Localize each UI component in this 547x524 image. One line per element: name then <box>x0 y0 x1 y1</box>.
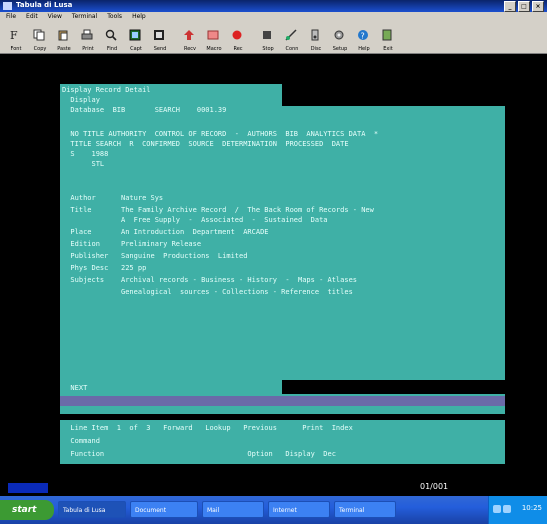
disconnect-icon <box>311 29 319 41</box>
menu-help[interactable]: Help <box>132 12 146 21</box>
app-icon <box>3 2 12 10</box>
terminal-line: NEXT <box>62 384 88 392</box>
menu-file[interactable]: File <box>6 12 16 21</box>
panel-notch-bottom <box>282 380 505 394</box>
record-icon <box>232 30 242 40</box>
font-icon: F <box>10 29 18 41</box>
help-icon: ? <box>358 30 368 41</box>
status-bar: 01/001 <box>0 480 547 496</box>
terminal-line: STL <box>62 160 105 168</box>
footer-line: Line Item 1 of 3 Forward Lookup Previous… <box>62 424 353 432</box>
system-tray: 10:25 <box>488 496 547 524</box>
settings-icon <box>334 30 344 40</box>
terminal-line: Display Record Detail <box>62 86 151 94</box>
footer-line[interactable]: Command <box>62 436 100 447</box>
toolbar-font-button[interactable]: F Font <box>6 26 24 52</box>
svg-text:F: F <box>10 29 18 41</box>
receive-icon <box>184 30 194 40</box>
taskbar-item[interactable]: Internet <box>268 501 330 518</box>
clock[interactable]: 10:25 <box>522 504 542 512</box>
toolbar-settings-button[interactable]: Setup <box>330 26 348 52</box>
menu-view[interactable]: View <box>48 12 62 21</box>
status-indicator <box>8 483 48 493</box>
toolbar-paste-button[interactable]: Paste <box>54 26 72 52</box>
terminal-line: Phys Desc 225 pp <box>62 264 147 272</box>
exit-icon <box>382 29 392 41</box>
capture-icon <box>129 29 141 41</box>
stop-icon <box>263 31 271 39</box>
menu-bar: File Edit View Terminal Tools Help <box>0 12 547 21</box>
taskbar-item[interactable]: Mail <box>202 501 264 518</box>
toolbar-receive-button[interactable]: Recv <box>180 26 198 52</box>
close-button[interactable]: × <box>532 1 544 12</box>
footer-line: Function Option Display Dec <box>62 450 336 458</box>
toolbar-record-button[interactable]: Rec <box>228 26 246 52</box>
start-button[interactable]: start <box>0 500 54 520</box>
terminal-line: A Free Supply - Associated - Sustained D… <box>62 216 328 224</box>
terminal-line: Title The Family Archive Record / The Ba… <box>62 206 374 214</box>
taskbar-item[interactable]: Terminal <box>334 501 396 518</box>
toolbar-help-button[interactable]: ? Help <box>354 26 372 52</box>
window-controls: _ □ × <box>504 1 544 12</box>
separator-bar <box>60 396 505 406</box>
terminal-line: Edition Preliminary Release <box>62 240 202 248</box>
toolbar-find-button[interactable]: Find <box>102 26 120 52</box>
window-title: Tabula di Lusa <box>16 1 73 9</box>
send-icon <box>154 30 164 40</box>
toolbar: F Font Copy Paste Print Find Capt Send R… <box>0 21 547 54</box>
terminal-line: Genealogical sources - Collections - Ref… <box>62 288 353 296</box>
terminal-line: Database BIB SEARCH 0001.39 <box>62 106 227 114</box>
record-panel: Display Record Detail Display Database B… <box>60 84 505 414</box>
taskbar: start Tabula di Lusa Document Mail Inter… <box>0 496 547 524</box>
terminal-line: NO TITLE AUTHORITY CONTROL OF RECORD - A… <box>62 130 379 138</box>
toolbar-print-button[interactable]: Print <box>78 26 96 52</box>
terminal-line: Author Nature Sys <box>62 194 164 202</box>
toolbar-connect-button[interactable]: Conn <box>282 26 300 52</box>
menu-terminal[interactable]: Terminal <box>72 12 97 21</box>
terminal-line: Place An Introduction Department ARCADE <box>62 228 269 236</box>
taskbar-item[interactable]: Document <box>130 501 198 518</box>
toolbar-capture-button[interactable]: Capt <box>126 26 144 52</box>
terminal-line: Display <box>62 96 100 104</box>
svg-text:?: ? <box>361 32 365 41</box>
panel-notch-top <box>282 84 505 106</box>
toolbar-copy-button[interactable]: Copy <box>30 26 48 52</box>
terminal-line: Publisher Sanguine Productions Limited <box>62 252 248 260</box>
volume-icon[interactable] <box>503 505 511 513</box>
command-footer: Line Item 1 of 3 Forward Lookup Previous… <box>60 420 505 464</box>
terminal-line: TITLE SEARCH R CONFIRMED SOURCE DETERMIN… <box>62 140 349 148</box>
find-icon <box>105 29 117 41</box>
terminal-line: S 1988 <box>62 150 109 158</box>
maximize-button[interactable]: □ <box>518 1 530 12</box>
terminal-line: Subjects Archival records - Business - H… <box>62 276 358 284</box>
paste-icon <box>58 30 68 41</box>
macro-icon <box>207 30 219 40</box>
toolbar-disconnect-button[interactable]: Disc <box>306 26 324 52</box>
taskbar-item[interactable]: Tabula di Lusa <box>58 501 126 518</box>
toolbar-exit-button[interactable]: Exit <box>378 26 396 52</box>
toolbar-stop-button[interactable]: Stop <box>258 26 276 52</box>
terminal-screen[interactable]: Display Record Detail Display Database B… <box>0 54 547 480</box>
network-icon[interactable] <box>493 505 501 513</box>
cursor-position: 01/001 <box>420 482 449 491</box>
toolbar-macro-button[interactable]: Macro <box>204 26 222 52</box>
menu-tools[interactable]: Tools <box>107 12 122 21</box>
window-title-bar[interactable]: Tabula di Lusa _ □ × <box>0 0 547 12</box>
connect-icon <box>285 29 297 41</box>
print-icon <box>81 29 93 40</box>
minimize-button[interactable]: _ <box>504 1 516 12</box>
toolbar-send-button[interactable]: Send <box>150 26 168 52</box>
menu-edit[interactable]: Edit <box>26 12 38 21</box>
copy-icon <box>33 29 45 41</box>
